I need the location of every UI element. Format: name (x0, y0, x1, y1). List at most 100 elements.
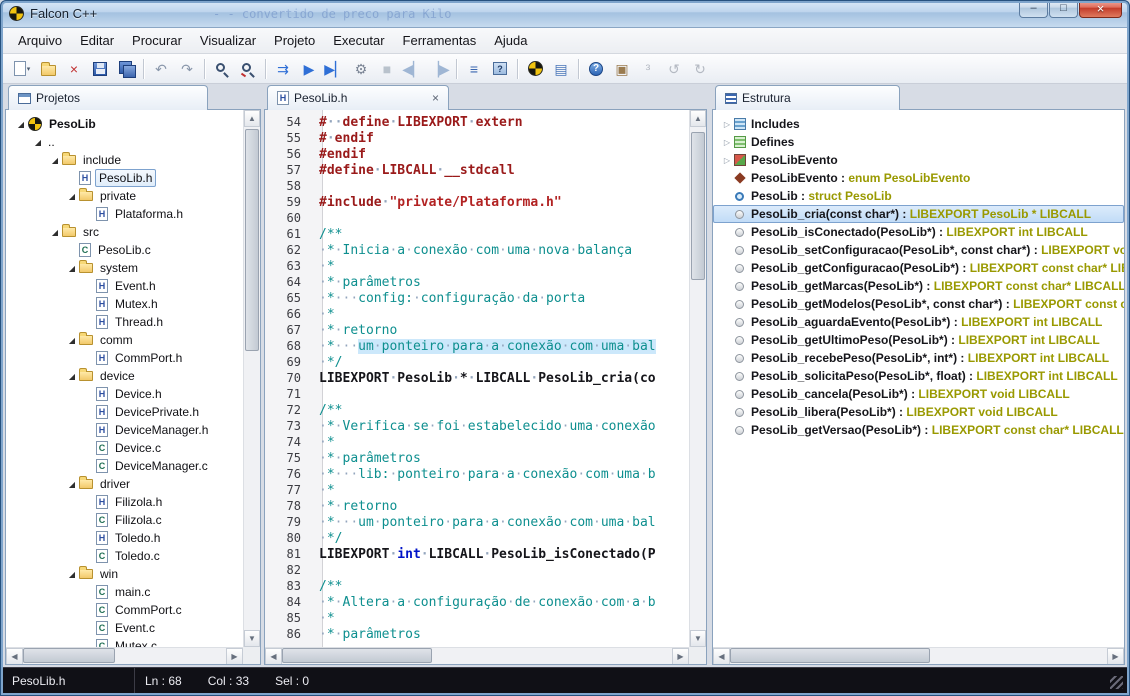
scroll-right-icon[interactable]: ▶ (672, 648, 689, 665)
tree-item-toledo-h[interactable]: Toledo.h (6, 529, 243, 547)
macro-1-button[interactable]: ³ (635, 57, 661, 81)
step-into-button[interactable]: ▕▶ (426, 57, 452, 81)
code-editor[interactable]: 54#··define·LIBEXPORT·extern55#·endif56#… (265, 110, 689, 647)
tree-item-filizola-h[interactable]: Filizola.h (6, 493, 243, 511)
expander-icon[interactable]: ▷ (720, 156, 734, 165)
scroll-left-icon[interactable]: ◀ (6, 648, 23, 665)
expander-icon[interactable]: ◢ (65, 192, 79, 201)
build-options-button[interactable]: ⚙ (348, 57, 374, 81)
minimize-button[interactable]: – (1019, 0, 1048, 18)
compile-run-button[interactable]: ▶▏ (322, 57, 348, 81)
tree-item-pesolib-h[interactable]: PesoLib.h (6, 169, 243, 187)
structure-item-pesolib-cancela-pesolib[interactable]: PesoLib_cancela(PesoLib*) : LIBEXPORT vo… (713, 385, 1124, 403)
structure-item-pesolib-getmodelos-pesolib-const-char[interactable]: PesoLib_getModelos(PesoLib*, const char*… (713, 295, 1124, 313)
scroll-right-icon[interactable]: ▶ (226, 648, 243, 665)
scroll-down-icon[interactable]: ▼ (690, 630, 706, 647)
save-all-button[interactable] (113, 57, 139, 81)
macro-3-button[interactable]: ↻ (687, 57, 713, 81)
maximize-button[interactable]: □ (1049, 0, 1078, 18)
structure-item-pesolib-setconfiguracao-pesolib-const-char[interactable]: PesoLib_setConfiguracao(PesoLib*, const … (713, 241, 1124, 259)
projects-vertical-scrollbar[interactable]: ▲ ▼ (243, 110, 260, 647)
todo-list-button[interactable]: ≡ (461, 57, 487, 81)
falcon-tools-button[interactable] (522, 57, 548, 81)
tree-item-event-c[interactable]: Event.c (6, 619, 243, 637)
scroll-left-icon[interactable]: ◀ (265, 648, 282, 665)
structure-item-pesolib-libera-pesolib[interactable]: PesoLib_libera(PesoLib*) : LIBEXPORT voi… (713, 403, 1124, 421)
scrollbar-thumb[interactable] (245, 129, 259, 351)
structure-item-defines[interactable]: ▷Defines (713, 133, 1124, 151)
tree-item-src[interactable]: ◢src (6, 223, 243, 241)
report-button[interactable]: ▤ (548, 57, 574, 81)
scroll-down-icon[interactable]: ▼ (244, 630, 260, 647)
tree-item-include[interactable]: ◢include (6, 151, 243, 169)
run-button[interactable]: ▶ (296, 57, 322, 81)
tree-item-device-c[interactable]: Device.c (6, 439, 243, 457)
tree-item-event-h[interactable]: Event.h (6, 277, 243, 295)
tree-item-devicemanager-h[interactable]: DeviceManager.h (6, 421, 243, 439)
structure-item-pesolib-recebepeso-pesolib-int[interactable]: PesoLib_recebePeso(PesoLib*, int*) : LIB… (713, 349, 1124, 367)
scroll-right-icon[interactable]: ▶ (1107, 648, 1124, 665)
menu-item-ajuda[interactable]: Ajuda (485, 29, 536, 52)
tab-projetos[interactable]: Projetos (8, 85, 208, 110)
replace-button[interactable] (235, 57, 261, 81)
scrollbar-thumb[interactable] (282, 648, 432, 663)
save-button[interactable] (87, 57, 113, 81)
tab-estrutura[interactable]: Estrutura (715, 85, 900, 110)
expander-icon[interactable]: ◢ (14, 120, 28, 129)
tree-item-private[interactable]: ◢private (6, 187, 243, 205)
tree-item-driver[interactable]: ◢driver (6, 475, 243, 493)
projects-horizontal-scrollbar[interactable]: ◀ ▶ (6, 647, 243, 664)
menu-item-projeto[interactable]: Projeto (265, 29, 324, 52)
expander-icon[interactable]: ▷ (720, 120, 734, 129)
tree-item-commport-c[interactable]: CommPort.c (6, 601, 243, 619)
compile-button[interactable]: ⇉ (270, 57, 296, 81)
scrollbar-thumb[interactable] (691, 132, 705, 280)
structure-item-pesolib-getmarcas-pesolib[interactable]: PesoLib_getMarcas(PesoLib*) : LIBEXPORT … (713, 277, 1124, 295)
tree-item-[interactable]: ◢.. (6, 133, 243, 151)
tree-item-toledo-c[interactable]: Toledo.c (6, 547, 243, 565)
tree-item-device-h[interactable]: Device.h (6, 385, 243, 403)
expander-icon[interactable]: ◢ (65, 336, 79, 345)
tree-item-filizola-c[interactable]: Filizola.c (6, 511, 243, 529)
structure-item-pesolib-isconectado-pesolib[interactable]: PesoLib_isConectado(PesoLib*) : LIBEXPOR… (713, 223, 1124, 241)
scrollbar-thumb[interactable] (23, 648, 115, 663)
menu-item-editar[interactable]: Editar (71, 29, 123, 52)
scrollbar-thumb[interactable] (730, 648, 930, 663)
step-over-button[interactable]: ◀▏ (400, 57, 426, 81)
close-button[interactable]: × (1079, 0, 1122, 18)
structure-item-pesolibevento[interactable]: PesoLibEvento : enum PesoLibEvento (713, 169, 1124, 187)
tree-item-win[interactable]: ◢win (6, 565, 243, 583)
redo-button[interactable]: ↷ (174, 57, 200, 81)
expander-icon[interactable]: ◢ (65, 570, 79, 579)
editor-horizontal-scrollbar[interactable]: ◀ ▶ (265, 647, 689, 664)
expander-icon[interactable]: ◢ (31, 138, 45, 147)
menu-item-ferramentas[interactable]: Ferramentas (394, 29, 486, 52)
expander-icon[interactable]: ◢ (48, 156, 62, 165)
tree-item-thread-h[interactable]: Thread.h (6, 313, 243, 331)
find-button[interactable] (209, 57, 235, 81)
menu-item-executar[interactable]: Executar (324, 29, 393, 52)
structure-item-pesolib[interactable]: PesoLib : struct PesoLib (713, 187, 1124, 205)
scroll-up-icon[interactable]: ▲ (690, 110, 706, 127)
open-file-button[interactable] (35, 57, 61, 81)
structure-horizontal-scrollbar[interactable]: ◀ ▶ (713, 647, 1124, 664)
tree-item-pesolib[interactable]: ◢PesoLib (6, 115, 243, 133)
tree-item-system[interactable]: ◢system (6, 259, 243, 277)
tree-item-mutex-c[interactable]: Mutex.c (6, 637, 243, 647)
help-index-button[interactable] (487, 57, 513, 81)
scroll-left-icon[interactable]: ◀ (713, 648, 730, 665)
stop-button[interactable]: ■ (374, 57, 400, 81)
editor-vertical-scrollbar[interactable]: ▲ ▼ (689, 110, 706, 647)
macro-2-button[interactable]: ↺ (661, 57, 687, 81)
structure-item-pesolib-getconfiguracao-pesolib[interactable]: PesoLib_getConfiguracao(PesoLib*) : LIBE… (713, 259, 1124, 277)
tree-item-commport-h[interactable]: CommPort.h (6, 349, 243, 367)
new-file-button[interactable]: ▾ (9, 57, 35, 81)
menu-item-visualizar[interactable]: Visualizar (191, 29, 265, 52)
expander-icon[interactable]: ◢ (48, 228, 62, 237)
tree-item-device[interactable]: ◢device (6, 367, 243, 385)
expander-icon[interactable]: ◢ (65, 264, 79, 273)
structure-item-pesolib-solicitapeso-pesolib-float[interactable]: PesoLib_solicitaPeso(PesoLib*, float) : … (713, 367, 1124, 385)
tree-item-main-c[interactable]: main.c (6, 583, 243, 601)
menu-item-arquivo[interactable]: Arquivo (9, 29, 71, 52)
undo-button[interactable]: ↶ (148, 57, 174, 81)
